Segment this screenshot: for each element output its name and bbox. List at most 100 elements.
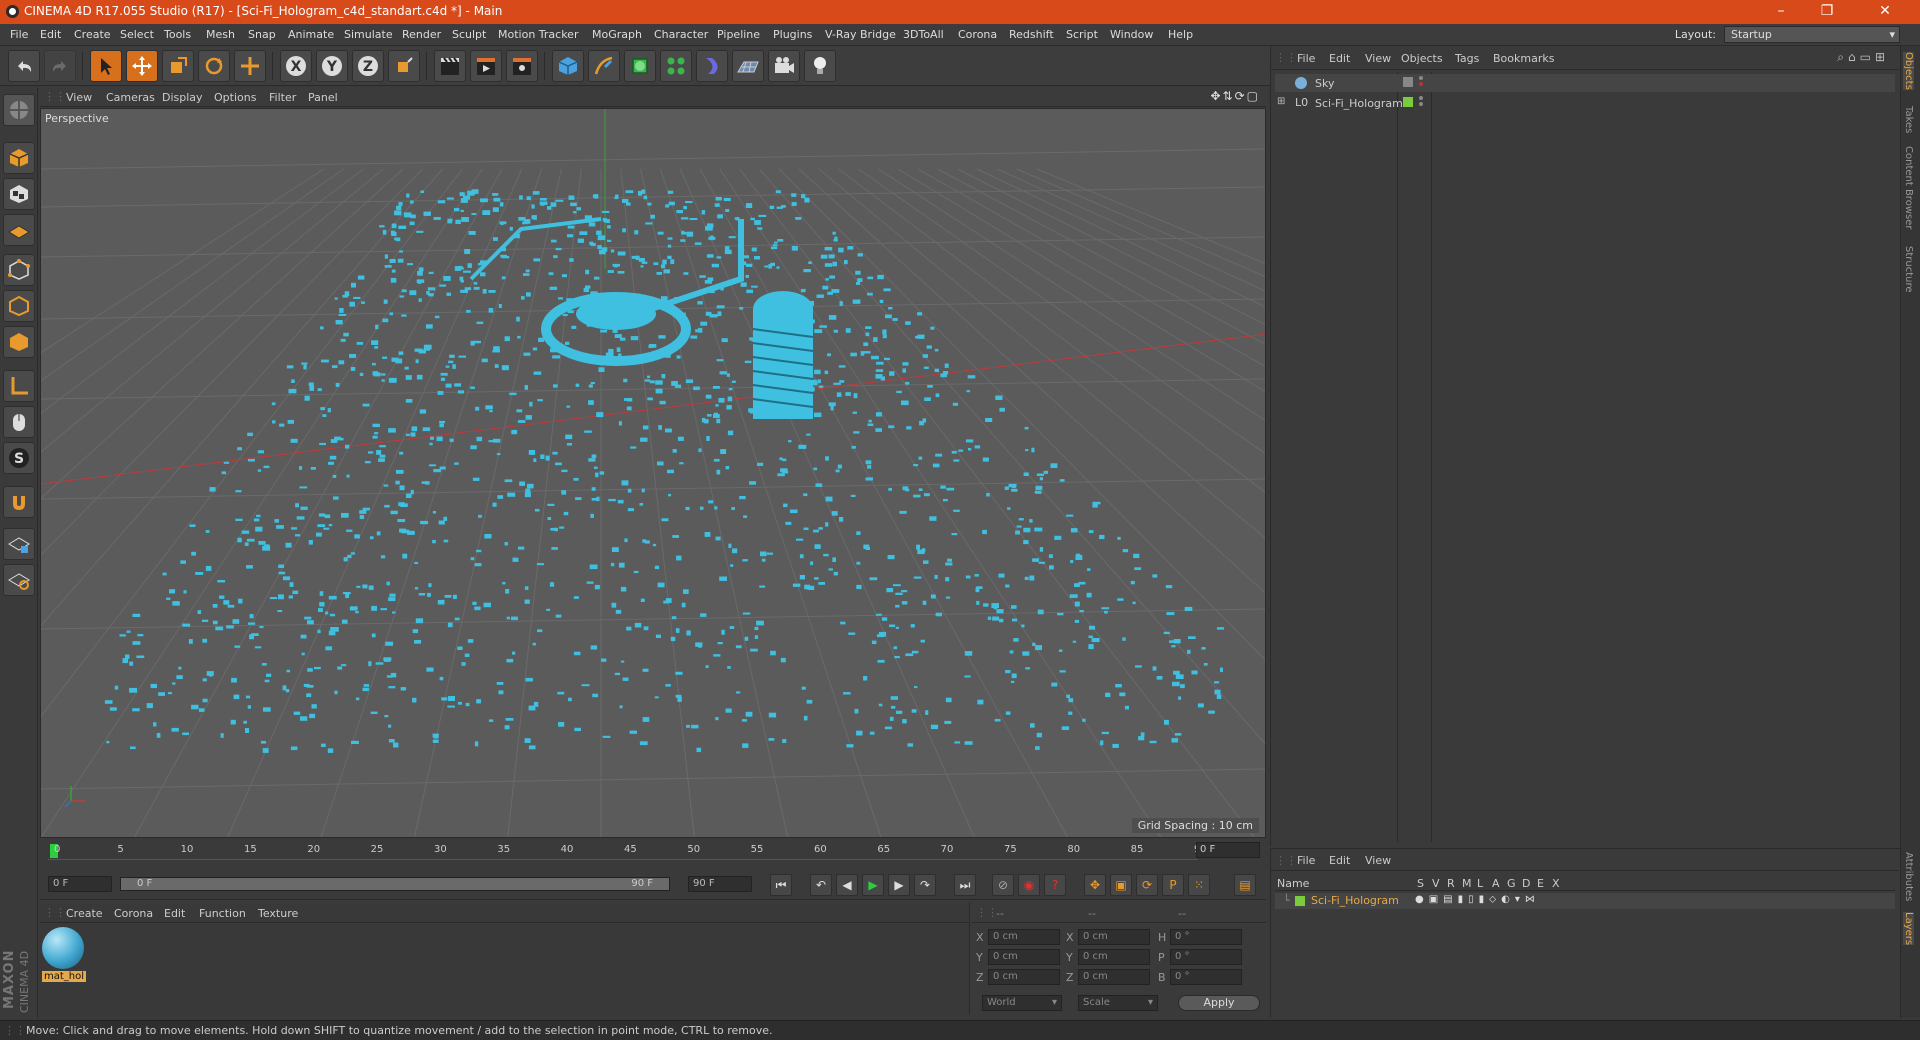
layer-menu-file[interactable]: File (1297, 854, 1315, 867)
go-to-start-button[interactable]: ⏮ (770, 874, 792, 896)
material-menu-function[interactable]: Function (199, 907, 246, 920)
layer-color-swatch[interactable] (1295, 896, 1305, 906)
viewport-menu-view[interactable]: View (66, 91, 92, 104)
floor-object-button[interactable] (732, 50, 764, 82)
texture-mode-button[interactable] (3, 178, 35, 210)
menu-vray-bridge[interactable]: V-Ray Bridge (825, 28, 896, 41)
render-dot-icon[interactable] (1419, 102, 1423, 106)
tweak-mode-button[interactable] (3, 406, 35, 438)
timeline-ruler[interactable]: 051015202530354045505560657075808590 (48, 842, 1207, 860)
material-swatch[interactable]: mat_hol (42, 927, 86, 987)
material-menu-texture[interactable]: Texture (258, 907, 298, 920)
menu-sculpt[interactable]: Sculpt (452, 28, 486, 41)
make-editable-button[interactable] (3, 94, 35, 126)
coord-system-dropdown[interactable]: World ▾ (982, 995, 1062, 1011)
viewport-menu-cameras[interactable]: Cameras (106, 91, 155, 104)
restore-button[interactable]: ❐ (1804, 0, 1850, 24)
material-menu-corona[interactable]: Corona (114, 907, 153, 920)
key-pla-button[interactable]: ⁙ (1188, 874, 1210, 896)
menu-pipeline[interactable]: Pipeline (717, 28, 760, 41)
tab-layers[interactable]: Layers (1903, 912, 1914, 946)
end-frame-field[interactable]: 90 F (688, 876, 752, 892)
menu-motion-tracker[interactable]: Motion Tracker (498, 28, 578, 41)
layer-menu-view[interactable]: View (1365, 854, 1391, 867)
y-axis-lock-button[interactable]: Y (316, 50, 348, 82)
apply-button[interactable]: Apply (1178, 995, 1260, 1011)
object-menu-view[interactable]: View (1365, 52, 1391, 65)
menu-window[interactable]: Window (1110, 28, 1153, 41)
key-position-button[interactable]: ✥ (1084, 874, 1106, 896)
menu-help[interactable]: Help (1168, 28, 1193, 41)
redo-button[interactable] (44, 50, 76, 82)
object-row-sci-fi-hologram[interactable]: ⊞ L0 Sci-Fi_Hologram (1275, 94, 1895, 112)
key-scale-button[interactable]: ▣ (1110, 874, 1132, 896)
keyframe-selection-button[interactable]: ? (1044, 874, 1066, 896)
coord-value-field[interactable]: 0 cm (1078, 969, 1150, 985)
axis-mode-button[interactable] (3, 370, 35, 402)
frame-range-slider[interactable]: 0 F 90 F (120, 877, 670, 891)
render-to-picture-viewer-button[interactable] (470, 50, 502, 82)
menu-edit[interactable]: Edit (40, 28, 61, 41)
viewport-menu-display[interactable]: Display (162, 91, 203, 104)
rotate-tool-button[interactable] (198, 50, 230, 82)
previous-key-button[interactable]: ↶ (810, 874, 832, 896)
recent-tool-button[interactable] (234, 50, 266, 82)
menu-simulate[interactable]: Simulate (344, 28, 393, 41)
coord-value-field[interactable]: 0 cm (1078, 949, 1150, 965)
solo-mode-button[interactable]: S (3, 442, 35, 474)
object-row-sky[interactable]: Sky (1275, 74, 1895, 92)
menu-3dtoall[interactable]: 3DToAll (903, 28, 944, 41)
menu-file[interactable]: File (10, 28, 28, 41)
coord-value-field[interactable]: 0 ° (1170, 929, 1242, 945)
expand-plus-icon[interactable]: ⊞ (1277, 96, 1285, 107)
record-keys-button[interactable]: ⊘ (992, 874, 1014, 896)
z-axis-lock-button[interactable]: Z (352, 50, 384, 82)
key-rotation-button[interactable]: ⟳ (1136, 874, 1158, 896)
menu-snap[interactable]: Snap (248, 28, 276, 41)
material-menu-edit[interactable]: Edit (164, 907, 185, 920)
menu-select[interactable]: Select (120, 28, 154, 41)
light-object-button[interactable] (804, 50, 836, 82)
coord-value-field[interactable]: 0 ° (1170, 969, 1242, 985)
menu-tools[interactable]: Tools (164, 28, 191, 41)
object-menu-bookmarks[interactable]: Bookmarks (1493, 52, 1554, 65)
object-menu-edit[interactable]: Edit (1329, 52, 1350, 65)
visibility-dot-icon[interactable] (1419, 76, 1423, 80)
autokeying-button[interactable]: ◉ (1018, 874, 1040, 896)
viewport-menu-options[interactable]: Options (214, 91, 256, 104)
render-settings-button[interactable] (506, 50, 538, 82)
visibility-dot-icon[interactable] (1419, 96, 1423, 100)
live-selection-button[interactable] (90, 50, 122, 82)
viewport-menu-filter[interactable]: Filter (269, 91, 296, 104)
menu-mograph[interactable]: MoGraph (592, 28, 642, 41)
render-dot-icon[interactable] (1419, 82, 1423, 86)
coord-value-field[interactable]: 0 cm (988, 949, 1060, 965)
tab-takes[interactable]: Takes (1903, 106, 1914, 133)
search-home-icons[interactable]: ⌕⌂▭⊞ (1837, 50, 1889, 65)
tab-attributes[interactable]: Attributes (1903, 852, 1914, 901)
material-menu-create[interactable]: Create (66, 907, 103, 920)
mograph-cloner-button[interactable] (660, 50, 692, 82)
coord-value-field[interactable]: 0 ° (1170, 949, 1242, 965)
coord-value-field[interactable]: 0 cm (1078, 929, 1150, 945)
cube-primitive-button[interactable] (552, 50, 584, 82)
snap-toggle-button[interactable] (3, 486, 35, 518)
minimize-button[interactable]: – (1758, 0, 1804, 24)
layer-row-sci-fi-hologram[interactable]: └ Sci-Fi_Hologram ●▣▤▮▯▮⬦◐▾⋈ (1275, 893, 1895, 909)
workplane-lock-button[interactable] (3, 528, 35, 560)
perspective-viewport[interactable]: Perspective Grid Spacing : 10 cm (40, 108, 1266, 838)
coordinate-system-button[interactable] (388, 50, 420, 82)
viewport-navigation-icons[interactable]: ✥⇅⟳▢ (1210, 89, 1260, 103)
menu-create[interactable]: Create (74, 28, 111, 41)
menu-mesh[interactable]: Mesh (206, 28, 235, 41)
move-tool-button[interactable] (126, 50, 158, 82)
camera-object-button[interactable] (768, 50, 800, 82)
object-menu-file[interactable]: File (1297, 52, 1315, 65)
coord-value-field[interactable]: 0 cm (988, 969, 1060, 985)
go-to-end-button[interactable]: ⏭ (954, 874, 976, 896)
deformer-button[interactable] (696, 50, 728, 82)
scale-tool-button[interactable] (162, 50, 194, 82)
tab-structure[interactable]: Structure (1903, 246, 1914, 293)
tab-content-browser[interactable]: Content Browser (1903, 146, 1914, 229)
x-axis-lock-button[interactable]: X (280, 50, 312, 82)
